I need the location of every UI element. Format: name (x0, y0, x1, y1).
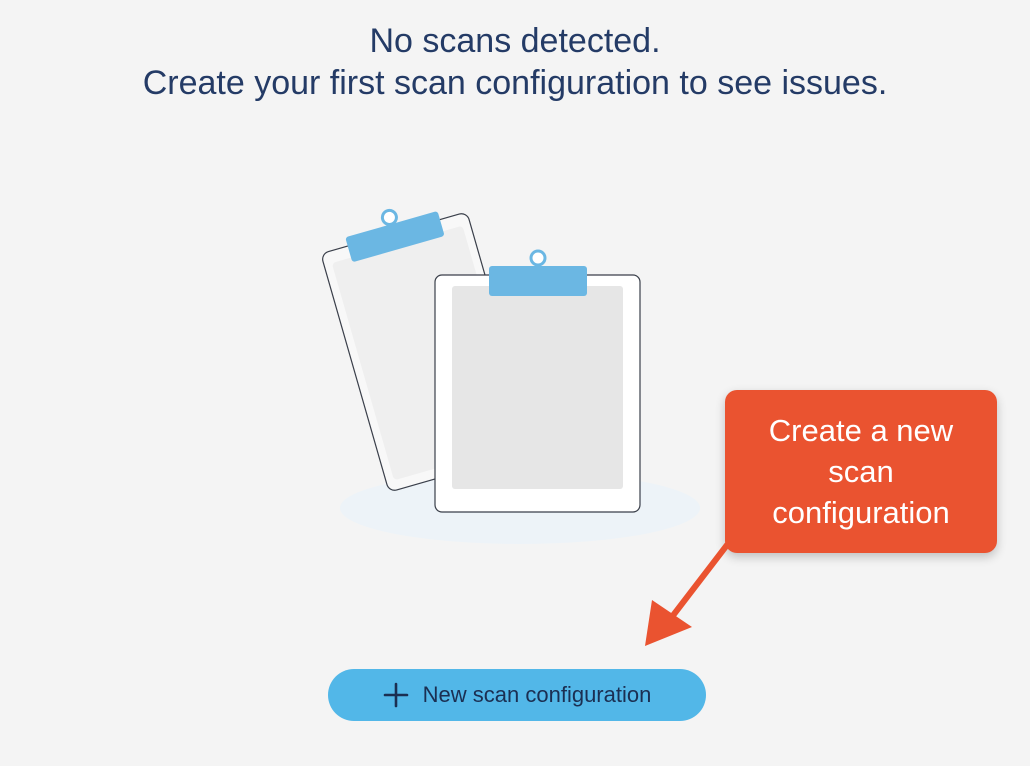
empty-state-subtitle: Create your first scan configuration to … (142, 64, 888, 102)
callout-tooltip: Create a new scan configuration (725, 390, 997, 553)
callout-text: Create a new scan configuration (768, 413, 954, 530)
plus-icon (383, 682, 408, 708)
empty-state-message: No scans detected. Create your first sca… (0, 20, 1030, 104)
front-clipboard (434, 249, 641, 513)
callout-arrow-icon (645, 542, 730, 646)
new-scan-configuration-button[interactable]: New scan configuration (328, 669, 706, 721)
empty-state-title: No scans detected. (369, 22, 661, 60)
new-scan-button-label: New scan configuration (422, 682, 652, 707)
empty-state-page: No scans detected. Create your first sca… (0, 0, 1030, 766)
clipboards-illustration (322, 208, 700, 544)
